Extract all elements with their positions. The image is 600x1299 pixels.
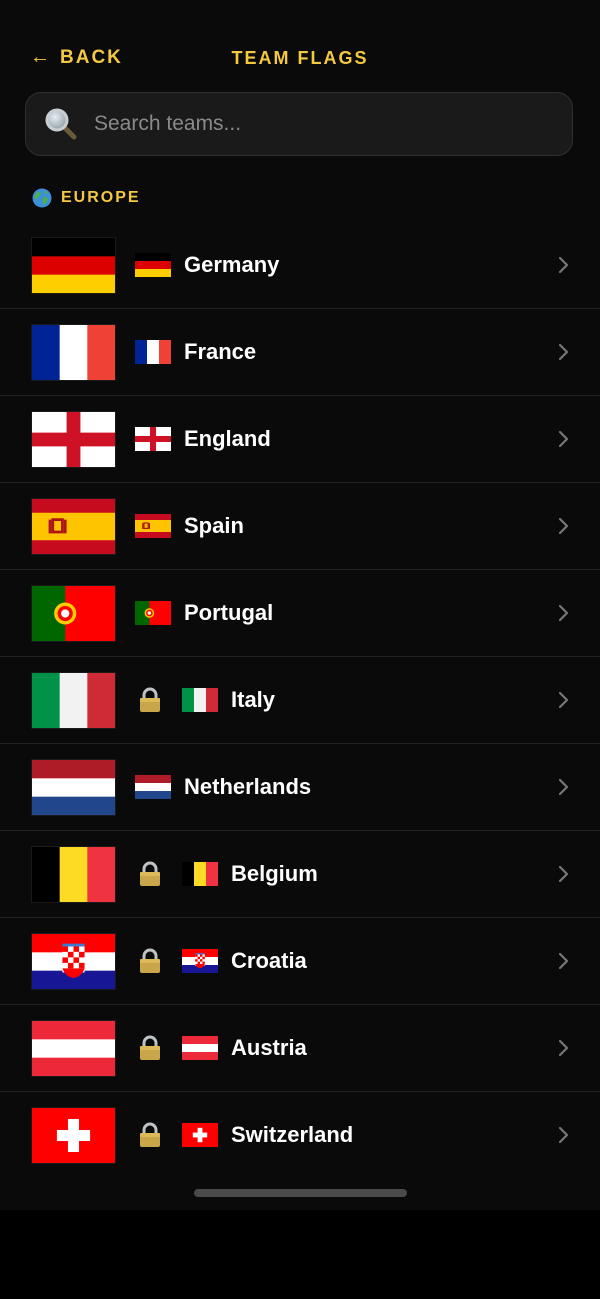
lock-icon	[140, 687, 160, 712]
flag-small-spain	[135, 514, 171, 538]
chevron-right-icon	[558, 952, 569, 970]
team-name: Germany	[184, 252, 280, 277]
screen: ← BACK TEAM FLAGS EUROPE GermanyFranceEn	[0, 0, 600, 1210]
chevron-right-icon	[558, 604, 569, 622]
flag-small-netherlands	[135, 775, 171, 799]
search-bar[interactable]	[25, 92, 573, 156]
chevron-right-icon	[558, 430, 569, 448]
team-row-netherlands[interactable]: Netherlands	[0, 744, 600, 831]
team-row-belgium[interactable]: Belgium	[0, 831, 600, 918]
team-name: Belgium	[231, 861, 318, 886]
team-name: France	[184, 339, 257, 364]
team-row-italy[interactable]: Italy	[0, 657, 600, 744]
search-input[interactable]	[92, 111, 572, 137]
team-row-france[interactable]: France	[0, 309, 600, 396]
team-list: Germany France England Spain Portugal Italy Ne…	[0, 222, 600, 1178]
flag-large-england	[32, 411, 115, 467]
team-name: Italy	[231, 687, 276, 712]
team-row-croatia[interactable]: Croatia	[0, 918, 600, 1005]
chevron-right-icon	[558, 343, 569, 361]
magnifying-glass-icon	[45, 108, 77, 140]
flag-small-belgium	[182, 862, 218, 886]
lock-icon	[140, 1122, 160, 1147]
flag-large-france	[32, 324, 115, 380]
chevron-right-icon	[558, 517, 569, 535]
flag-large-austria	[32, 1020, 115, 1076]
page-title: TEAM FLAGS	[231, 48, 369, 68]
chevron-right-icon	[558, 1039, 569, 1057]
header: ← BACK TEAM FLAGS	[0, 0, 600, 90]
chevron-right-icon	[558, 865, 569, 883]
team-name: England	[184, 426, 271, 451]
home-indicator	[194, 1189, 407, 1197]
chevron-right-icon	[558, 778, 569, 796]
team-name: Croatia	[231, 948, 307, 973]
flag-large-netherlands	[32, 759, 115, 815]
team-name: Switzerland	[231, 1122, 354, 1147]
flag-small-croatia	[182, 949, 218, 973]
team-name: Netherlands	[184, 774, 312, 799]
team-row-england[interactable]: England	[0, 396, 600, 483]
flag-small-italy	[182, 688, 218, 712]
flag-large-portugal	[32, 585, 115, 641]
section-label: EUROPE	[61, 189, 141, 206]
flag-large-germany	[32, 237, 115, 293]
flag-large-spain	[32, 498, 115, 554]
flag-small-portugal	[135, 601, 171, 625]
team-name: Austria	[231, 1035, 307, 1060]
chevron-right-icon	[558, 1126, 569, 1144]
chevron-right-icon	[558, 256, 569, 274]
flag-large-switzerland	[32, 1107, 115, 1163]
lock-icon	[140, 861, 160, 886]
flag-small-austria	[182, 1036, 218, 1060]
team-name: Portugal	[184, 600, 274, 625]
globe-icon	[32, 188, 52, 208]
flag-large-italy	[32, 672, 115, 728]
flag-small-switzerland	[182, 1123, 218, 1147]
flag-small-germany	[135, 253, 171, 277]
flag-large-belgium	[32, 846, 115, 902]
team-row-portugal[interactable]: Portugal	[0, 570, 600, 657]
lock-icon	[140, 1035, 160, 1060]
team-row-austria[interactable]: Austria	[0, 1005, 600, 1092]
lock-icon	[140, 948, 160, 973]
flag-small-france	[135, 340, 171, 364]
team-name: Spain	[184, 513, 244, 538]
team-row-switzerland[interactable]: Switzerland	[0, 1092, 600, 1178]
section-header-europe: EUROPE	[32, 188, 141, 208]
team-row-germany[interactable]: Germany	[0, 222, 600, 309]
flag-small-england	[135, 427, 171, 451]
chevron-right-icon	[558, 691, 569, 709]
flag-large-croatia	[32, 933, 115, 989]
team-row-spain[interactable]: Spain	[0, 483, 600, 570]
